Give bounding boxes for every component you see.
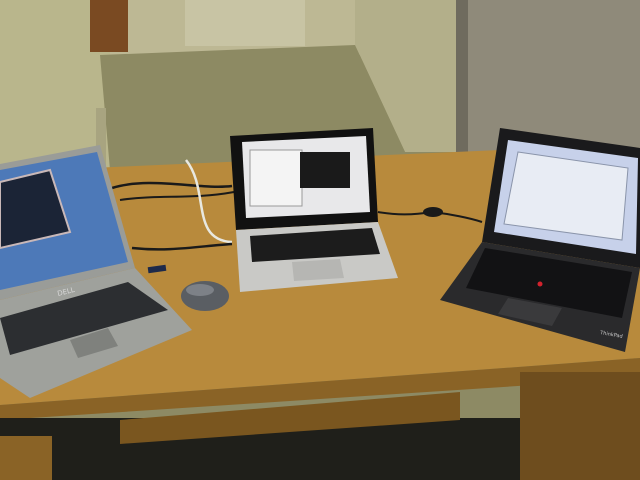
- far-door: [185, 0, 305, 46]
- cable-clip: [423, 207, 443, 217]
- wireless-mouse[interactable]: [181, 281, 229, 311]
- scene-svg: DELL ThinkPad: [0, 0, 640, 480]
- thinkpad-trackpoint[interactable]: [537, 281, 543, 287]
- macbook-app-window: [249, 149, 303, 207]
- cubicle-frame: [456, 0, 468, 152]
- macbook-laptop: [230, 128, 398, 292]
- macbook-terminal-window: [300, 152, 350, 188]
- desk-leg-right: [520, 372, 640, 480]
- brown-doorway: [90, 0, 128, 52]
- macbook-touchpad: [292, 259, 344, 281]
- office-desk-photo: DELL ThinkPad: [0, 0, 640, 480]
- cubicle-panel: [460, 0, 640, 152]
- mouse-highlight: [186, 284, 214, 296]
- thinkpad-spreadsheet-window: [503, 151, 629, 241]
- desk-leg-left: [0, 436, 52, 480]
